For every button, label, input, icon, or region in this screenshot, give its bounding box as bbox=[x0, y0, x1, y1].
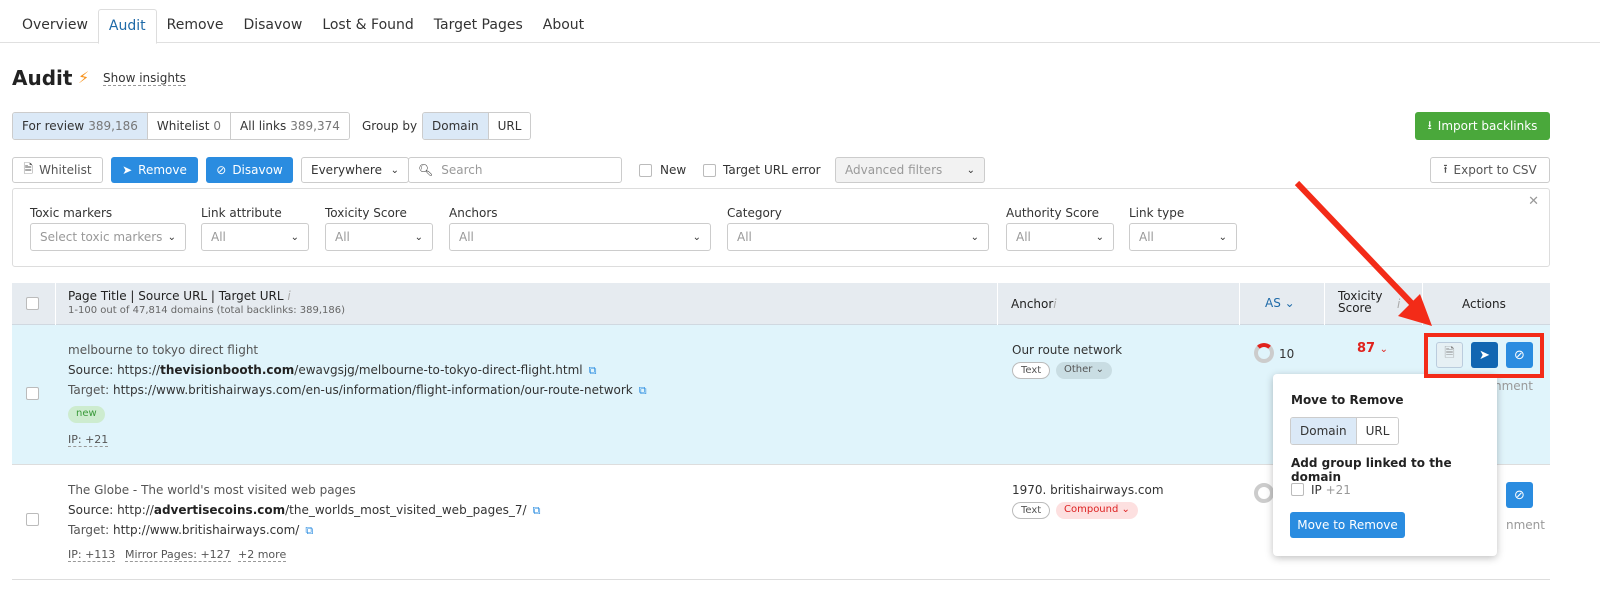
annotation-arrow bbox=[1294, 180, 1432, 326]
arrow-head bbox=[1398, 294, 1432, 326]
arrow-shaft bbox=[1294, 180, 1423, 315]
